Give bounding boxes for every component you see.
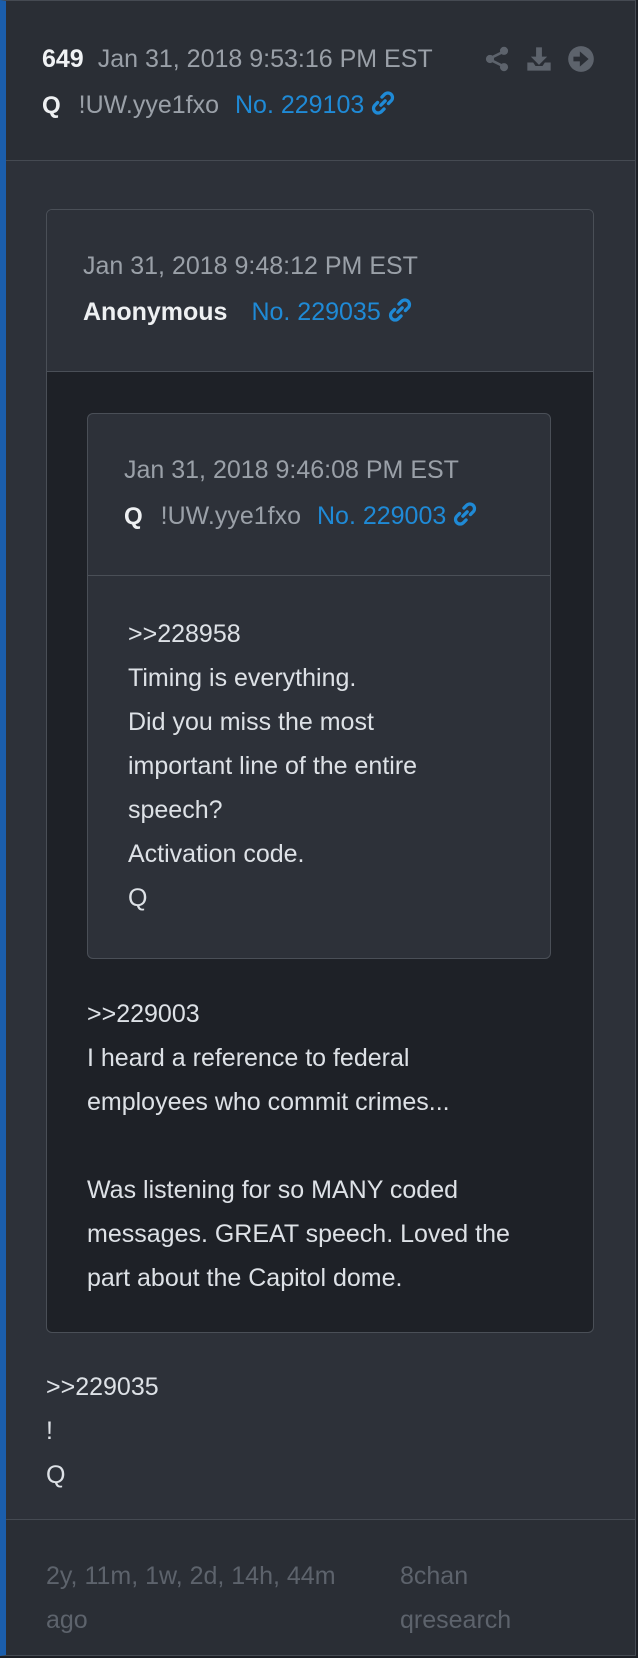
- nested-quote-link-text: No. 229003: [317, 502, 447, 530]
- share-icon[interactable]: [483, 45, 511, 73]
- body-line: Activation code.: [128, 840, 305, 868]
- source-board-name: qresearch: [400, 1606, 512, 1634]
- body-line: >>228958: [128, 620, 241, 648]
- quoted-post-author: Anonymous: [83, 298, 228, 326]
- body-line: Q: [46, 1461, 66, 1489]
- nested-quote-author: Q: [124, 503, 143, 530]
- body-line: >>229035: [46, 1373, 159, 1401]
- nested-quote-tripcode: !UW.yye1fxo: [160, 502, 301, 530]
- body-line: speech?: [128, 796, 223, 824]
- link-icon: [372, 91, 395, 115]
- post-author: Q: [42, 92, 61, 119]
- body-line: Was listening for so MANY coded: [87, 1176, 458, 1204]
- nested-quote-timestamp: Jan 31, 2018 9:46:08 PM EST: [124, 456, 459, 484]
- quoted-post-q: Jan 31, 2018 9:46:08 PM EST Q !UW.yye1fx…: [87, 413, 551, 959]
- body-line: messages. GREAT speech. Loved the: [87, 1220, 510, 1248]
- nested-quote-body: >>228958 Timing is everything. Did you m…: [128, 612, 417, 920]
- post-header: 649 Jan 31, 2018 9:53:16 PM EST Q !UW.yy…: [6, 1, 635, 161]
- relative-time-line: 2y, 11m, 1w, 2d, 14h, 44m: [46, 1562, 336, 1590]
- download-icon[interactable]: [525, 45, 553, 73]
- arrow-right-circle-icon[interactable]: [567, 45, 595, 73]
- body-line: [87, 1124, 510, 1168]
- post-source: 8chan qresearch: [400, 1554, 580, 1642]
- link-icon: [388, 298, 411, 322]
- relative-time: 2y, 11m, 1w, 2d, 14h, 44m ago: [46, 1554, 366, 1642]
- nested-quote-link[interactable]: No. 229003: [317, 501, 478, 531]
- body-line: important line of the entire: [128, 752, 418, 780]
- quoted-post-body: >>229003 I heard a reference to federal …: [87, 992, 510, 1300]
- post-actions: [483, 45, 595, 73]
- body-line: !: [46, 1417, 53, 1445]
- quoted-post-header: Jan 31, 2018 9:48:12 PM EST Anonymous No…: [47, 210, 593, 372]
- body-line: Q: [128, 884, 148, 912]
- body-line: part about the Capitol dome.: [87, 1264, 403, 1292]
- body-line: Timing is everything.: [128, 664, 357, 692]
- quoted-post-timestamp: Jan 31, 2018 9:48:12 PM EST: [83, 252, 418, 280]
- post-link[interactable]: No. 229103: [235, 90, 396, 120]
- post-body: >>229035 ! Q: [46, 1365, 159, 1497]
- post-card: 649 Jan 31, 2018 9:53:16 PM EST Q !UW.yy…: [0, 0, 636, 1656]
- quoted-post-link[interactable]: No. 229035: [251, 297, 412, 327]
- post-link-text: No. 229103: [235, 91, 365, 119]
- quoted-post-link-text: No. 229035: [251, 298, 381, 326]
- post-number: 649: [42, 45, 84, 73]
- source-board-site: 8chan: [400, 1562, 469, 1590]
- body-line: Did you miss the most: [128, 708, 374, 736]
- body-line: employees who commit crimes...: [87, 1088, 450, 1116]
- quoted-post-anonymous: Jan 31, 2018 9:48:12 PM EST Anonymous No…: [46, 209, 594, 1333]
- post-timestamp: Jan 31, 2018 9:53:16 PM EST: [97, 45, 433, 73]
- nested-quote-header: Jan 31, 2018 9:46:08 PM EST Q !UW.yye1fx…: [88, 414, 550, 576]
- post-tripcode: !UW.yye1fxo: [78, 91, 219, 119]
- relative-time-line: ago: [46, 1606, 88, 1634]
- post-footer: 2y, 11m, 1w, 2d, 14h, 44m ago 8chan qres…: [6, 1519, 635, 1655]
- body-line: >>229003: [87, 1000, 200, 1028]
- link-icon: [454, 502, 477, 526]
- body-line: I heard a reference to federal: [87, 1044, 410, 1072]
